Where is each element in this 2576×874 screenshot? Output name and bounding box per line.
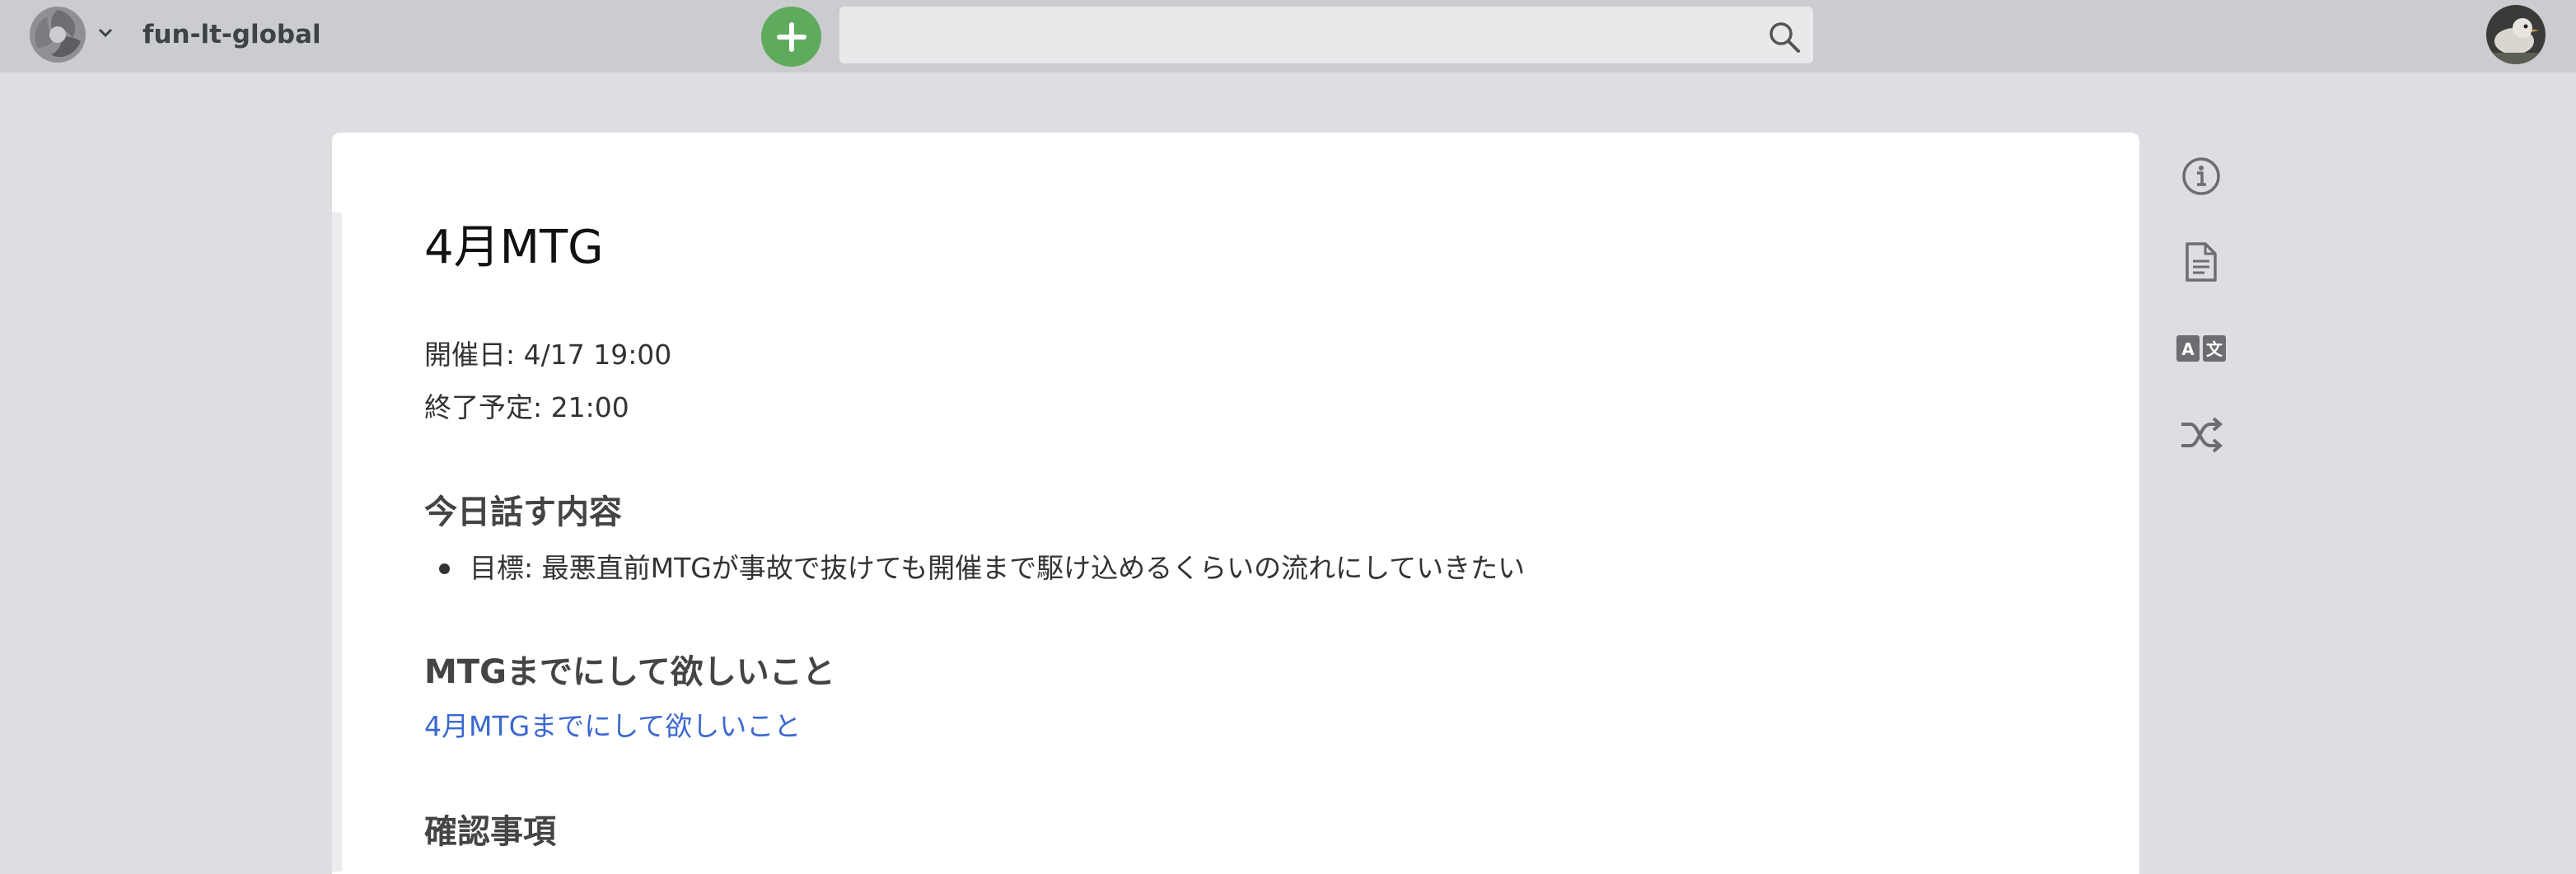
section-heading-confirm: 確認事項: [424, 813, 556, 851]
svg-text:A: A: [2181, 339, 2195, 359]
bullet-dot: [439, 563, 450, 574]
svg-text:文: 文: [2206, 339, 2223, 359]
top-bar: fun-lt-global: [0, 0, 2576, 72]
info-icon[interactable]: [2175, 150, 2228, 203]
list-item-text: 目標: 最悪直前MTGが事故で抜けても開催まで駆け込めるくらいの流れにしていきた…: [470, 552, 1526, 584]
user-avatar[interactable]: [2486, 5, 2546, 64]
app-logo-icon[interactable]: [28, 5, 87, 64]
meta-date-text: 開催日: 4/17 19:00: [424, 339, 672, 371]
chevron-down-icon[interactable]: [94, 21, 117, 44]
search-icon[interactable]: [1767, 20, 1802, 54]
page-left-edge: [332, 213, 342, 872]
section-heading-today-text: 今日話す内容: [424, 493, 622, 531]
add-page-button[interactable]: [761, 7, 821, 67]
translate-icon[interactable]: A 文: [2175, 322, 2228, 375]
meta-end-time-text: 終了予定: 21:00: [424, 391, 629, 423]
project-name[interactable]: fun-lt-global: [143, 16, 321, 53]
plus-icon: [776, 21, 806, 52]
search-box: [839, 7, 1813, 63]
search-input[interactable]: [839, 7, 1746, 63]
document-icon[interactable]: [2175, 236, 2228, 288]
subpage-link[interactable]: 4月MTGまでにして欲しいこと: [424, 707, 801, 746]
shuffle-icon[interactable]: [2175, 409, 2228, 461]
list-item: 目標: 最悪直前MTGが事故で抜けても開催まで駆け込めるくらいの流れにしていきた…: [439, 549, 1525, 588]
page-title: 4月MTG: [424, 221, 604, 274]
section-heading-todo: MTGまでにして欲しいこと: [424, 653, 835, 691]
